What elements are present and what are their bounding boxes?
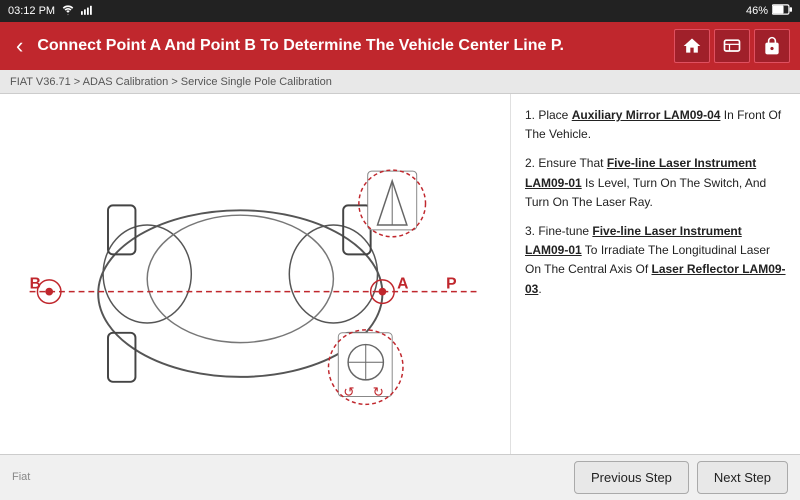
instruction-1: 1. Place Auxiliary Mirror LAM09-04 In Fr… <box>525 106 786 144</box>
previous-step-button[interactable]: Previous Step <box>574 461 689 494</box>
share-button[interactable] <box>754 29 790 63</box>
instruction-3-prefix: 3. Fine-tune <box>525 224 592 238</box>
svg-text:↺: ↺ <box>343 385 354 400</box>
status-left: 03:12 PM <box>8 4 93 19</box>
header-icons <box>674 29 790 63</box>
breadcrumb: FIAT V36.71 > ADAS Calibration > Service… <box>0 70 800 94</box>
instruction-2: 2. Ensure That Five-line Laser Instrumen… <box>525 154 786 212</box>
header-title: Connect Point A And Point B To Determine… <box>37 37 666 55</box>
battery-percent: 46% <box>746 5 768 17</box>
header: ‹ Connect Point A And Point B To Determi… <box>0 22 800 70</box>
next-step-button[interactable]: Next Step <box>697 461 788 494</box>
main-content: A B P <box>0 94 800 454</box>
home-button[interactable] <box>674 29 710 63</box>
svg-text:P: P <box>446 276 456 293</box>
brand-label: Fiat <box>12 454 30 500</box>
time-display: 03:12 PM <box>8 5 55 17</box>
instruction-3-suffix2: . <box>538 282 541 296</box>
svg-text:B: B <box>30 276 41 293</box>
status-bar: 03:12 PM 46% <box>0 0 800 22</box>
svg-text:A: A <box>397 276 408 293</box>
adas-button[interactable] <box>714 29 750 63</box>
battery-icon <box>772 4 792 18</box>
instructions-area: 1. Place Auxiliary Mirror LAM09-04 In Fr… <box>510 94 800 454</box>
svg-text:↻: ↻ <box>373 385 384 400</box>
instruction-2-prefix: 2. Ensure That <box>525 156 607 170</box>
instruction-1-bold: Auxiliary Mirror LAM09-04 <box>572 108 721 122</box>
wifi-icon <box>61 4 75 19</box>
instruction-3: 3. Fine-tune Five-line Laser Instrument … <box>525 222 786 299</box>
car-diagram: A B P <box>10 104 500 444</box>
diagram-area: A B P <box>0 94 510 454</box>
breadcrumb-text: FIAT V36.71 > ADAS Calibration > Service… <box>10 76 332 88</box>
status-right: 46% <box>746 4 792 18</box>
signal-icon <box>81 4 93 19</box>
back-button[interactable]: ‹ <box>10 31 29 61</box>
instruction-1-prefix: 1. Place <box>525 108 572 122</box>
footer: Fiat Previous Step Next Step <box>0 454 800 500</box>
